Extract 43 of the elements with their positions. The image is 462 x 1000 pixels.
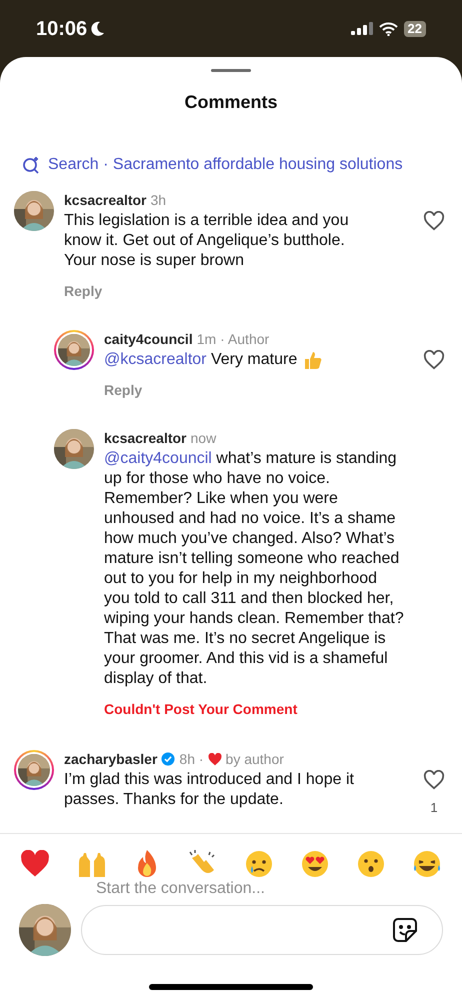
error-message: Couldn't Post Your Comment bbox=[104, 700, 298, 719]
surprised-face-icon[interactable] bbox=[356, 849, 386, 879]
comment-text: @caity4council what’s mature is standing up for those who have no voice. Remember? Like when you were unhoused and had no voice. It’s a shame how much you’ve changed. Also? What’s mature isn’t telling someone who reached out to you for help in my neighborhood you told to call 311 and then blocked her, wiping your hands clean. Remember that? That was me. It’s no secret Angelique is your groomer. And this vid is a shameful display of that. bbox=[104, 449, 404, 689]
heart-eyes-face-icon[interactable] bbox=[300, 849, 330, 879]
author-label: · Author bbox=[220, 330, 270, 348]
search-icon bbox=[22, 156, 40, 174]
comment-text: I’m glad this was introduced and I hope it passes. Thanks for the update. bbox=[64, 770, 355, 810]
timestamp: 1m bbox=[196, 330, 216, 348]
username[interactable]: kcsacrealtor bbox=[104, 429, 187, 447]
username[interactable]: zacharybasler bbox=[64, 750, 158, 768]
signal-icon bbox=[350, 22, 373, 35]
drag-handle[interactable] bbox=[211, 69, 251, 72]
heart-icon bbox=[208, 752, 222, 766]
mention-link[interactable]: @kcsacrealtor bbox=[104, 351, 206, 368]
timestamp: 3h bbox=[150, 191, 166, 209]
moon-icon bbox=[91, 20, 106, 36]
clock: 10:06 bbox=[36, 16, 88, 42]
search-link[interactable]: Search · Sacramento affordable housing solutions bbox=[0, 153, 462, 177]
comment-text: @kcsacrealtor Very mature bbox=[104, 350, 298, 370]
username[interactable]: caity4council bbox=[104, 330, 193, 348]
mention-link[interactable]: @caity4council bbox=[104, 450, 212, 467]
story-ring[interactable] bbox=[14, 750, 54, 790]
battery-indicator: 22 bbox=[404, 20, 426, 36]
composer-prompt: Start the conversation... bbox=[95, 880, 266, 898]
heart-icon[interactable] bbox=[423, 211, 445, 231]
sheet-title: Comments bbox=[183, 91, 278, 114]
story-ring[interactable] bbox=[54, 330, 94, 370]
timestamp: 8h · bbox=[179, 750, 204, 768]
wifi-icon bbox=[378, 22, 398, 36]
liked-by-author-label: by author bbox=[226, 750, 284, 768]
timestamp: now bbox=[190, 429, 216, 447]
like-count: 1 bbox=[430, 799, 438, 817]
username[interactable]: kcsacrealtor bbox=[64, 191, 147, 209]
heart-icon[interactable] bbox=[20, 850, 50, 878]
laughing-face-icon[interactable] bbox=[412, 849, 442, 879]
reply-button[interactable]: Reply bbox=[64, 281, 102, 302]
crying-face-icon[interactable] bbox=[244, 849, 274, 879]
comment-input-field[interactable] bbox=[81, 905, 443, 955]
heart-icon[interactable] bbox=[423, 770, 445, 790]
reply-button[interactable]: Reply bbox=[104, 380, 142, 401]
comment-text: This legislation is a terrible idea and you know it. Get out of Angelique’s butthole. Your nose is super brown bbox=[64, 211, 350, 271]
heart-icon[interactable] bbox=[423, 350, 445, 370]
sticker-icon[interactable] bbox=[392, 917, 418, 943]
